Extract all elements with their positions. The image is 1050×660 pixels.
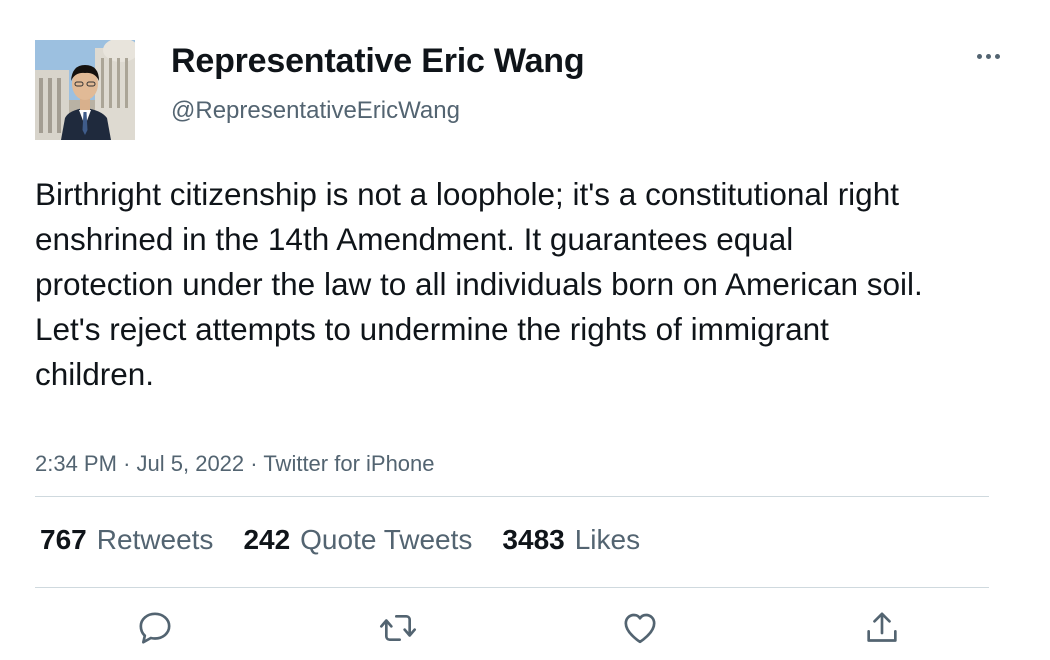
more-horizontal-icon[interactable] bbox=[970, 43, 1006, 69]
more-dot bbox=[985, 53, 991, 59]
more-dot bbox=[994, 53, 1000, 59]
retweets-count: 767 bbox=[40, 524, 87, 555]
tweet-time[interactable]: 2:34 PM bbox=[35, 451, 117, 476]
more-dot bbox=[976, 53, 982, 59]
retweets-label: Retweets bbox=[96, 524, 214, 555]
meta-separator: · bbox=[123, 451, 131, 476]
tweet-source[interactable]: Twitter for iPhone bbox=[263, 451, 434, 476]
reply-icon bbox=[139, 612, 171, 644]
tweet-detail: Representative Eric Wang @Representative… bbox=[0, 0, 1050, 660]
retweets-stat[interactable]: 767 Retweets bbox=[40, 524, 213, 556]
share-icon bbox=[867, 612, 897, 642]
like-button[interactable] bbox=[620, 608, 660, 648]
engagement-stats: 767 Retweets 242 Quote Tweets 3483 Likes bbox=[40, 522, 670, 558]
tweet-date[interactable]: Jul 5, 2022 bbox=[137, 451, 245, 476]
likes-label: Likes bbox=[574, 524, 641, 555]
quote-tweets-count: 242 bbox=[243, 524, 291, 555]
reply-button[interactable] bbox=[135, 608, 175, 648]
retweet-button[interactable] bbox=[378, 608, 418, 648]
retweet-icon bbox=[380, 615, 416, 641]
meta-separator: · bbox=[250, 451, 258, 476]
user-handle[interactable]: @RepresentativeEricWang bbox=[171, 97, 460, 125]
avatar[interactable] bbox=[35, 40, 135, 140]
likes-count: 3483 bbox=[502, 524, 565, 555]
tweet-text: Birthright citizenship is not a loophole… bbox=[35, 176, 923, 392]
likes-stat[interactable]: 3483 Likes bbox=[502, 524, 640, 556]
tweet-metadata: 2:34 PM · Jul 5, 2022 · Twitter for iPho… bbox=[35, 451, 435, 477]
divider bbox=[35, 496, 989, 497]
quote-tweets-stat[interactable]: 242 Quote Tweets bbox=[243, 524, 472, 556]
avatar-photo bbox=[35, 40, 135, 140]
divider bbox=[35, 587, 989, 588]
display-name[interactable]: Representative Eric Wang bbox=[171, 42, 585, 81]
heart-icon bbox=[624, 613, 656, 644]
quote-tweets-label: Quote Tweets bbox=[300, 524, 473, 555]
share-button[interactable] bbox=[862, 608, 902, 648]
